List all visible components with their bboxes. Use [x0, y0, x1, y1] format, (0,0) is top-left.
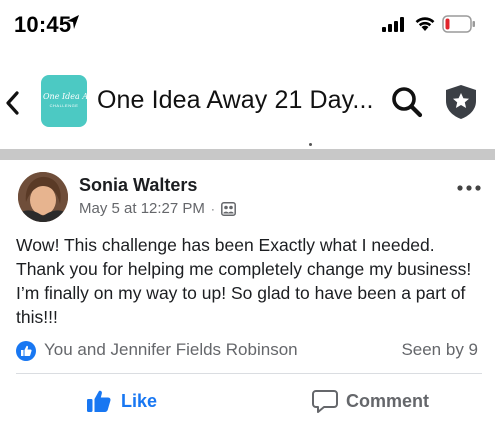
group-title[interactable]: One Idea Away 21 Day... — [97, 86, 374, 115]
thumbs-up-icon — [87, 390, 111, 412]
shield-star-icon[interactable] — [444, 84, 478, 120]
group-header: One Idea Away CHALLENGE One Idea Away 21… — [0, 60, 495, 146]
divider-dot — [309, 143, 312, 146]
group-members-icon — [220, 201, 236, 216]
meta-separator: · — [210, 201, 215, 216]
post-meta: May 5 at 12:27 PM · — [79, 200, 236, 217]
signal-icon — [382, 17, 404, 32]
more-options-icon[interactable] — [456, 184, 482, 192]
like-button[interactable]: Like — [86, 386, 157, 416]
like-label: Like — [121, 390, 158, 411]
action-divider — [16, 373, 482, 374]
like-reaction-icon — [16, 341, 36, 361]
comment-icon — [312, 390, 338, 413]
comment-label: Comment — [346, 390, 430, 411]
post-timestamp[interactable]: May 5 at 12:27 PM — [79, 200, 205, 217]
wifi-icon — [415, 17, 435, 31]
group-thumbnail-subtext: CHALLENGE — [49, 103, 79, 108]
reaction-names[interactable]: You and Jennifer Fields Robinson — [44, 340, 298, 360]
post-author-name[interactable]: Sonia Walters — [79, 175, 197, 196]
comment-button[interactable]: Comment — [312, 386, 429, 416]
search-icon[interactable] — [390, 85, 424, 119]
battery-low-icon — [442, 15, 475, 33]
status-bar: 10:45 — [0, 0, 495, 52]
back-chevron-icon[interactable] — [3, 90, 23, 116]
section-separator — [0, 149, 495, 160]
status-time: 10:45 — [14, 12, 72, 37]
group-thumbnail[interactable]: One Idea Away CHALLENGE — [41, 75, 87, 127]
avatar-photo — [18, 172, 68, 222]
group-thumbnail-logo: One Idea Away — [43, 92, 87, 101]
avatar[interactable] — [18, 172, 68, 222]
post-body: Wow! This challenge has been Exactly wha… — [16, 235, 472, 327]
seen-by-count[interactable]: Seen by 9 — [401, 340, 478, 360]
post-card: Sonia Walters May 5 at 12:27 PM · Wow! T… — [0, 160, 495, 427]
location-arrow-icon — [67, 15, 79, 29]
reactions-summary[interactable]: You and Jennifer Fields Robinson Seen by… — [16, 340, 482, 362]
